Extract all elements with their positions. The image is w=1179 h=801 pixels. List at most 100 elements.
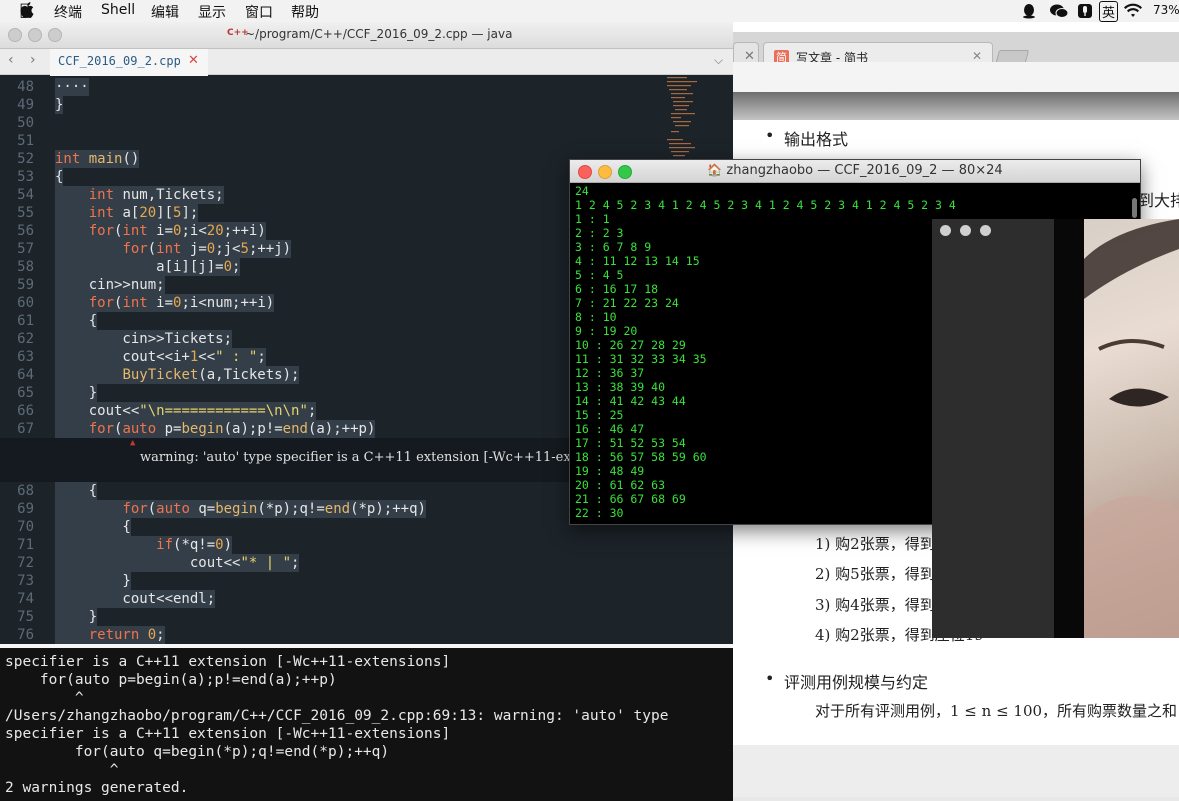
browser-toolbar <box>733 62 1179 93</box>
output-line: 8 : 10 <box>575 310 617 324</box>
line-number: 53 <box>17 169 34 185</box>
code-line[interactable]: 49} <box>0 96 733 114</box>
input-method-indicator[interactable]: 英 <box>1099 1 1119 22</box>
output-line: 9 : 19 20 <box>575 324 638 338</box>
code-line[interactable]: 48 ···· <box>0 78 733 96</box>
page-header-banner <box>733 92 1179 120</box>
constraint-text: 对于所有评测用例，1 ≤ n ≤ 100，所有购票数量之和 <box>815 702 1178 720</box>
code-text: } <box>55 384 98 402</box>
line-number: 56 <box>17 223 34 239</box>
forward-arrow-icon[interactable]: › <box>30 52 36 68</box>
line-number: 52 <box>17 151 34 167</box>
line-number: 61 <box>17 313 34 329</box>
close-tab-icon[interactable]: ✕ <box>188 53 199 68</box>
editor-tab-strip: ‹ › CCF_2016_09_2.cpp ✕ ⌵ <box>0 49 733 76</box>
code-line[interactable]: 74 cout<<endl; <box>0 590 733 608</box>
apple-icon[interactable] <box>20 1 36 23</box>
line-number: 76 <box>17 627 34 643</box>
output-line: 1 : 1 <box>575 212 610 226</box>
code-text: } <box>55 608 98 626</box>
page-footer <box>733 745 1179 797</box>
terminal-title-bar: 🏠 zhangzhaobo — CCF_2016_09_2 — 80×24 <box>570 160 1140 183</box>
terminal-line: for(auto q=begin(*p);q!=end(*p);++q) <box>5 744 390 760</box>
menu-shell[interactable]: Shell <box>101 2 135 18</box>
zoom-window-button[interactable] <box>980 225 991 236</box>
terminal-line: ^ <box>5 690 84 706</box>
menu-window[interactable]: 窗口 <box>245 2 273 22</box>
code-text: cin>>Tickets; <box>55 330 233 348</box>
code-text: for(auto q=begin(*p);q!=end(*p);++q) <box>55 500 426 518</box>
line-number: 74 <box>17 591 34 607</box>
code-text: { <box>55 518 131 536</box>
menu-terminal[interactable]: 终端 <box>54 2 82 22</box>
code-text: for(int j=0;j<5;++j) <box>55 240 292 258</box>
output-line: 11 : 31 32 33 34 35 <box>575 352 707 366</box>
zoom-window-button[interactable] <box>48 28 62 42</box>
output-line: 17 : 51 52 53 54 <box>575 436 686 450</box>
compile-terminal[interactable]: specifier is a C++11 extension [-Wc++11-… <box>0 644 733 801</box>
wechat-icon[interactable] <box>1049 3 1069 23</box>
code-text: for(int i=0;i<20;++i) <box>55 222 266 240</box>
code-text: cin>>num; <box>55 276 165 294</box>
code-line[interactable]: 51 <box>0 132 733 150</box>
line-number: 64 <box>17 367 34 383</box>
output-line: 14 : 41 42 43 44 <box>575 394 686 408</box>
minimize-window-button[interactable] <box>960 225 971 236</box>
partial-text: 到大排 <box>1138 191 1179 210</box>
menu-edit[interactable]: 编辑 <box>151 2 179 22</box>
line-number: 65 <box>17 385 34 401</box>
output-line: 13 : 38 39 40 <box>575 380 666 394</box>
close-window-button[interactable] <box>940 225 951 236</box>
example-item-2: 2) 购5张票，得到 <box>815 565 935 583</box>
line-number: 48 <box>17 79 34 95</box>
bullet-dot: • <box>765 126 775 145</box>
output-line: 20 : 61 62 63 <box>575 478 666 492</box>
menu-help[interactable]: 帮助 <box>291 2 319 22</box>
line-number: 63 <box>17 349 34 365</box>
code-text: { <box>55 482 98 500</box>
output-line: 15 : 25 <box>575 408 624 422</box>
close-tab-icon[interactable]: ✕ <box>972 49 982 63</box>
minimize-window-button[interactable] <box>28 28 42 42</box>
line-number: 66 <box>17 403 34 419</box>
output-line: 16 : 46 47 <box>575 422 645 436</box>
code-line[interactable]: 50 <box>0 114 733 132</box>
battery-percent[interactable]: 73% <box>1153 3 1179 17</box>
line-number: 62 <box>17 331 34 347</box>
terminal-line: specifier is a C++11 extension [-Wc++11-… <box>5 726 451 742</box>
terminal-line: 2 warnings generated. <box>5 780 189 796</box>
code-text: int main() <box>55 150 140 168</box>
qq-icon[interactable] <box>1021 3 1037 23</box>
code-line[interactable]: 73 } <box>0 572 733 590</box>
close-window-button[interactable] <box>8 28 22 42</box>
code-line[interactable]: 75 } <box>0 608 733 626</box>
code-text: BuyTicket(a,Tickets); <box>55 366 300 384</box>
wifi-icon[interactable] <box>1123 3 1143 23</box>
menu-view[interactable]: 显示 <box>198 2 226 22</box>
code-line[interactable]: 72 cout<<"* | "; <box>0 554 733 572</box>
microphone-icon[interactable] <box>1077 3 1093 23</box>
line-number: 60 <box>17 295 34 311</box>
menu-bar:  终端 Shell 编辑 显示 窗口 帮助 英 73% <box>0 0 1179 23</box>
warning-marker-icon: ▲ <box>130 438 136 448</box>
window-title: ~/program/C++/CCF_2016_09_2.cpp — java <box>245 27 513 41</box>
output-line: 24 <box>575 184 589 198</box>
code-text: } <box>55 572 131 590</box>
code-text: cout<<"* | "; <box>55 554 300 572</box>
camera-window <box>932 219 1179 638</box>
code-text: cout<<endl; <box>55 590 216 608</box>
chevron-down-icon[interactable]: ⌵ <box>714 53 723 68</box>
output-line: 18 : 56 57 58 59 60 <box>575 450 707 464</box>
output-line: 6 : 16 17 18 <box>575 282 659 296</box>
terminal-scrollbar[interactable] <box>1132 198 1137 218</box>
output-line: 1 2 4 5 2 3 4 1 2 4 5 2 3 4 1 2 4 5 2 3 … <box>575 198 956 212</box>
code-line[interactable]: 76 return 0; <box>0 626 733 644</box>
code-line[interactable]: 71 if(*q!=0) <box>0 536 733 554</box>
output-line: 12 : 36 37 <box>575 366 645 380</box>
code-text: for(auto p=begin(a);p!=end(a);++p) <box>55 420 376 438</box>
terminal-line: ^ <box>5 762 119 778</box>
back-arrow-icon[interactable]: ‹ <box>8 52 14 68</box>
terminal-line: specifier is a C++11 extension [-Wc++11-… <box>5 654 451 670</box>
tab-cpp-file[interactable]: CCF_2016_09_2.cpp ✕ <box>50 49 208 76</box>
section-test-scale: 评测用例规模与约定 <box>784 673 929 692</box>
